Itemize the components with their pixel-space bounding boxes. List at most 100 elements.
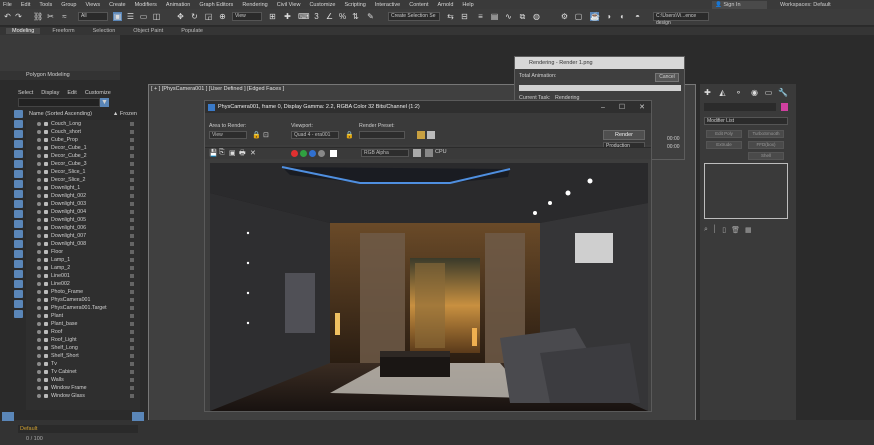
modifier-button-1[interactable]: Edit Poly — [706, 130, 742, 138]
activeshade-icon[interactable]: ◐ — [618, 12, 627, 21]
freeze-toggle-icon[interactable] — [130, 122, 134, 126]
scene-list-item[interactable]: Decor_Cube_1 — [26, 144, 140, 152]
freeze-toggle-icon[interactable] — [130, 354, 134, 358]
environment-icon[interactable] — [427, 131, 435, 139]
scene-list-item[interactable]: Downlight_006 — [26, 224, 140, 232]
scene-list-item[interactable]: Walls — [26, 376, 140, 384]
render-engine-icon[interactable] — [425, 149, 433, 157]
scene-list-item[interactable]: Downlight_003 — [26, 200, 140, 208]
space-warps-icon[interactable] — [14, 170, 23, 178]
freeze-toggle-icon[interactable] — [130, 362, 134, 366]
column-frozen[interactable]: ▲ Frozen — [113, 111, 137, 119]
polygon-modeling-label[interactable]: Polygon Modeling — [0, 71, 120, 80]
redo-icon[interactable]: ↷ — [14, 12, 23, 21]
menu-item-graph-editors[interactable]: Graph Editors — [199, 2, 233, 8]
undo-icon[interactable]: ↶ — [3, 12, 12, 21]
modifier-stack[interactable] — [704, 163, 788, 219]
mono-icon[interactable] — [330, 150, 337, 157]
lock-icon[interactable]: 🔒 — [252, 131, 261, 139]
menu-item-create[interactable]: Create — [109, 2, 126, 8]
selection-set-dropdown[interactable]: Create Selection Se — [388, 12, 440, 21]
select-manipulate-icon[interactable]: ✚ — [283, 12, 292, 21]
helpers-icon[interactable] — [14, 160, 23, 168]
freeze-toggle-icon[interactable] — [130, 138, 134, 142]
arnold-icon[interactable]: ◓ — [633, 12, 642, 21]
freeze-toggle-icon[interactable] — [130, 162, 134, 166]
project-path-dropdown[interactable]: C:\Users\Vi...ence design — [653, 12, 709, 26]
scene-list-item[interactable]: Floor — [26, 248, 140, 256]
display-none-icon[interactable] — [14, 110, 23, 118]
xrefs-icon[interactable] — [14, 190, 23, 198]
scene-menu-customize[interactable]: Customize — [85, 90, 111, 96]
scene-list-item[interactable]: Tv — [26, 360, 140, 368]
ribbon-tab-object-paint[interactable]: Object Paint — [127, 28, 169, 34]
material-editor-icon[interactable]: ◍ — [532, 12, 541, 21]
remove-modifier-icon[interactable]: 🗑 — [731, 226, 740, 236]
freeze-toggle-icon[interactable] — [130, 394, 134, 398]
modifier-button-4[interactable]: FFD(box) — [748, 141, 784, 149]
freeze-toggle-icon[interactable] — [130, 218, 134, 222]
red-channel-icon[interactable] — [291, 150, 298, 157]
minimize-icon[interactable]: – — [601, 104, 605, 111]
scene-menu-select[interactable]: Select — [18, 90, 33, 96]
column-name[interactable]: Name (Sorted Ascending) — [29, 111, 92, 119]
scene-list-item[interactable]: Downlight_1 — [26, 184, 140, 192]
show-end-result-icon[interactable]: │ — [713, 226, 717, 236]
cameras-icon[interactable] — [14, 150, 23, 158]
scene-list-item[interactable]: Photo_Frame — [26, 288, 140, 296]
bones-icon[interactable] — [14, 200, 23, 208]
invert-icon[interactable] — [14, 260, 23, 268]
area-to-render-dropdown[interactable]: View — [209, 131, 247, 139]
lights-icon[interactable] — [14, 140, 23, 148]
make-unique-icon[interactable]: ▯ — [722, 226, 726, 236]
blue-channel-icon[interactable] — [309, 150, 316, 157]
freeze-toggle-icon[interactable] — [130, 298, 134, 302]
freeze-toggle-icon[interactable] — [130, 154, 134, 158]
freeze-toggle-icon[interactable] — [130, 266, 134, 270]
rotate-icon[interactable]: ↻ — [190, 12, 199, 21]
menu-item-scripting[interactable]: Scripting — [344, 2, 365, 8]
scene-list-item[interactable]: Lamp_2 — [26, 264, 140, 272]
scene-list-item[interactable]: Decor_Cube_3 — [26, 160, 140, 168]
spinner-snap-icon[interactable]: ⇅ — [351, 12, 360, 21]
menu-item-content[interactable]: Content — [409, 2, 428, 8]
scene-list-item[interactable]: Plant_base — [26, 320, 140, 328]
angle-snap-icon[interactable]: ∠ — [325, 12, 334, 21]
freeze-toggle-icon[interactable] — [130, 186, 134, 190]
menu-item-views[interactable]: Views — [86, 2, 101, 8]
freeze-toggle-icon[interactable] — [130, 290, 134, 294]
modifier-list-dropdown[interactable]: Modifier List — [704, 117, 788, 125]
sign-in-button[interactable]: 👤 Sign In — [712, 1, 767, 9]
menu-item-file[interactable]: File — [3, 2, 12, 8]
freeze-toggle-icon[interactable] — [130, 386, 134, 390]
render-preset-dropdown[interactable] — [359, 131, 405, 139]
none-icon[interactable] — [14, 250, 23, 258]
freeze-toggle-icon[interactable] — [130, 306, 134, 310]
freeze-toggle-icon[interactable] — [130, 346, 134, 350]
scene-list-item[interactable]: Lamp_1 — [26, 256, 140, 264]
close-icon[interactable]: ✕ — [639, 103, 645, 111]
snaps-toggle-icon[interactable]: 3 — [312, 12, 321, 21]
ribbon-tab-modeling[interactable]: Modeling — [6, 28, 41, 34]
scene-menu-display[interactable]: Display — [41, 90, 59, 96]
print-icon[interactable]: 🖶 — [239, 149, 246, 160]
modifier-button-5[interactable]: Shell — [748, 152, 784, 160]
window-crossing-icon[interactable]: ◫ — [152, 12, 161, 21]
modifier-button-3[interactable]: Extrude — [706, 141, 742, 149]
viewport-label[interactable]: [ + ] [PhysCamera001 ] [User Defined ] [… — [151, 86, 284, 92]
geometry-icon[interactable] — [14, 120, 23, 128]
rect-select-icon[interactable]: ▭ — [139, 12, 148, 21]
shapes-icon[interactable] — [14, 130, 23, 138]
layer-icon[interactable] — [2, 412, 14, 421]
curve-editor-icon[interactable]: ∿ — [504, 12, 513, 21]
menu-item-edit[interactable]: Edit — [21, 2, 30, 8]
schematic-view-icon[interactable]: ⧉ — [518, 12, 527, 21]
scene-list-item[interactable]: Decor_Slice_2 — [26, 176, 140, 184]
render-production-icon[interactable]: ☕ — [590, 12, 600, 21]
freeze-toggle-icon[interactable] — [130, 242, 134, 246]
scene-list-item[interactable]: Cube_Prop — [26, 136, 140, 144]
viewport-dropdown[interactable]: Quad 4 - era001 — [291, 131, 339, 139]
hierarchy-icon[interactable] — [14, 300, 23, 308]
percent-snap-icon[interactable]: % — [338, 12, 347, 21]
cancel-button[interactable]: Cancel — [655, 73, 679, 82]
